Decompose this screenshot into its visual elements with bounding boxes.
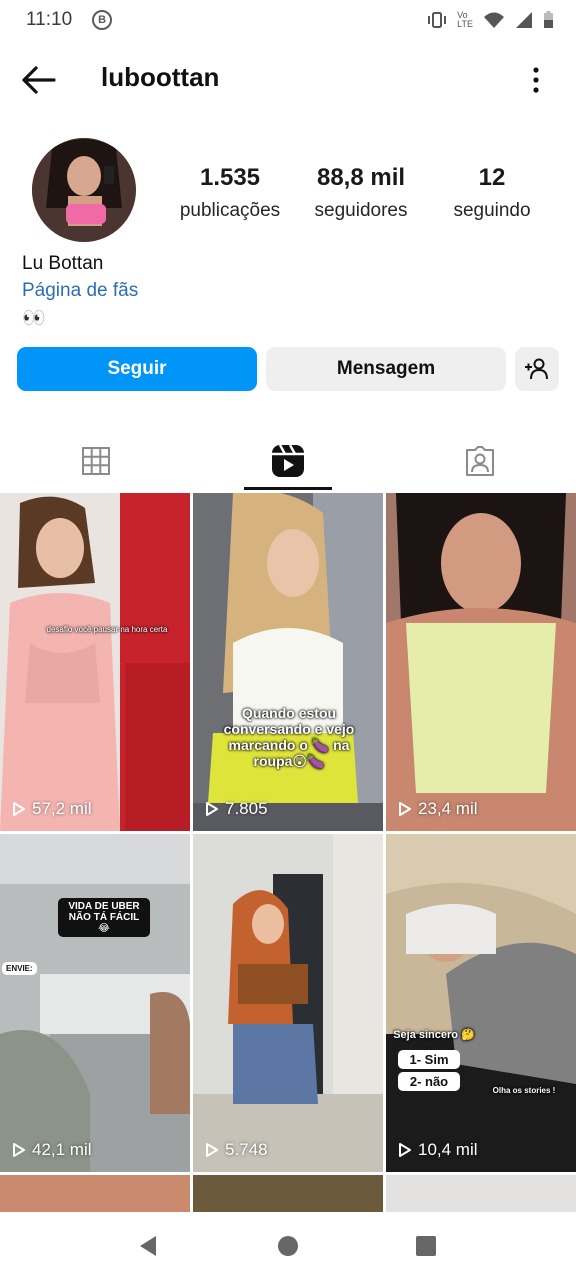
view-count: 10,4 mil [418,1140,478,1159]
profile-header: luboottan [0,52,576,108]
tab-reels[interactable] [192,430,384,492]
profile-category: Página de fãs [22,280,139,301]
vibrate-icon [428,12,447,28]
stat-followers[interactable]: 88,8 mil seguidores [306,164,416,222]
reel-thumbnail[interactable] [0,1175,190,1215]
reel-views: 57,2 mil [12,799,92,819]
reel-thumbnail[interactable]: Seja sincero 🤔 1- Sim 2- não Olha os sto… [386,834,576,1172]
view-count: 23,4 mil [418,799,478,818]
play-icon [399,802,411,816]
reel-views: 5.748 [205,1140,268,1160]
more-vertical-icon[interactable] [530,66,542,94]
follow-button[interactable]: Seguir [17,347,257,391]
reel-caption: Seja sincero 🤔 [393,1029,475,1041]
volte-indicator: Vo LTE [457,10,473,29]
reel-caption: desafio você pausar na hora certa [46,625,168,634]
reel-caption: Quando estou conversando e vejo marcando… [223,705,355,769]
active-tab-indicator [244,487,332,490]
wifi-icon [484,12,504,28]
message-button[interactable]: Mensagem [266,347,506,391]
reel-views: 7.805 [205,799,268,819]
cell-signal-icon [516,12,532,28]
reel-views: 23,4 mil [398,799,478,819]
status-time: 11:10 [26,9,73,30]
view-count: 42,1 mil [32,1140,92,1159]
following-count: 12 [478,164,506,191]
tab-grid[interactable] [0,430,192,492]
reel-option-1: 1- Sim [398,1050,460,1069]
nav-home-icon[interactable] [277,1234,299,1258]
reel-note: Olha os stories ! [492,1086,556,1095]
battery-icon [544,11,553,28]
reel-thumbnail[interactable]: VIDA DE UBER NÃO TÁ FÁCIL 😂 ENVIE: 42,1 … [0,834,190,1172]
reel-extra-label: ENVIE: [2,962,37,975]
nav-back-icon[interactable] [136,1234,160,1258]
reel-thumbnail[interactable]: desafio você pausar na hora certa 57,2 m… [0,493,190,831]
profile-bio: 👀 [22,308,46,329]
avatar[interactable] [32,138,136,242]
play-icon [206,1143,218,1157]
add-user-button[interactable] [515,347,559,391]
system-nav-bar [0,1212,576,1280]
reel-thumbnail[interactable] [193,1175,383,1215]
tagged-icon [466,446,494,476]
reel-option-2: 2- não [398,1072,460,1091]
posts-count: 1.535 [199,164,261,191]
status-bar: 11:10 B Vo LTE [0,0,576,40]
tab-tagged[interactable] [384,430,576,492]
nav-recents-icon[interactable] [415,1234,437,1258]
arrow-left-icon[interactable] [20,64,56,96]
stat-following[interactable]: 12 seguindo [440,164,544,222]
followers-label: seguidores [314,200,408,221]
reel-thumbnail[interactable]: 23,4 mil [386,493,576,831]
profile-username: luboottan [101,62,220,92]
posts-label: publicações [179,200,281,221]
status-badge-icon: B [92,10,113,30]
reel-thumbnail[interactable]: 5.748 [193,834,383,1172]
reel-caption: VIDA DE UBER NÃO TÁ FÁCIL 😂 [58,898,150,937]
play-icon [206,802,218,816]
profile-tabs [0,430,576,492]
followers-count: 88,8 mil [316,164,406,191]
reels-icon [272,444,304,477]
reel-views: 10,4 mil [398,1140,478,1160]
view-count: 5.748 [225,1140,268,1159]
play-icon [13,802,25,816]
following-label: seguindo [453,200,531,221]
display-name: Lu Bottan [22,253,104,274]
stat-posts[interactable]: 1.535 publicações [170,164,290,222]
reel-thumbnail[interactable]: Quando estou conversando e vejo marcando… [193,493,383,831]
reel-thumbnail[interactable] [386,1175,576,1215]
view-count: 7.805 [225,799,268,818]
reel-views: 42,1 mil [12,1140,92,1160]
play-icon [399,1143,411,1157]
view-count: 57,2 mil [32,799,92,818]
person-add-icon [525,358,548,380]
play-icon [13,1143,25,1157]
grid-icon [82,447,110,475]
status-icons: Vo LTE [427,11,554,29]
